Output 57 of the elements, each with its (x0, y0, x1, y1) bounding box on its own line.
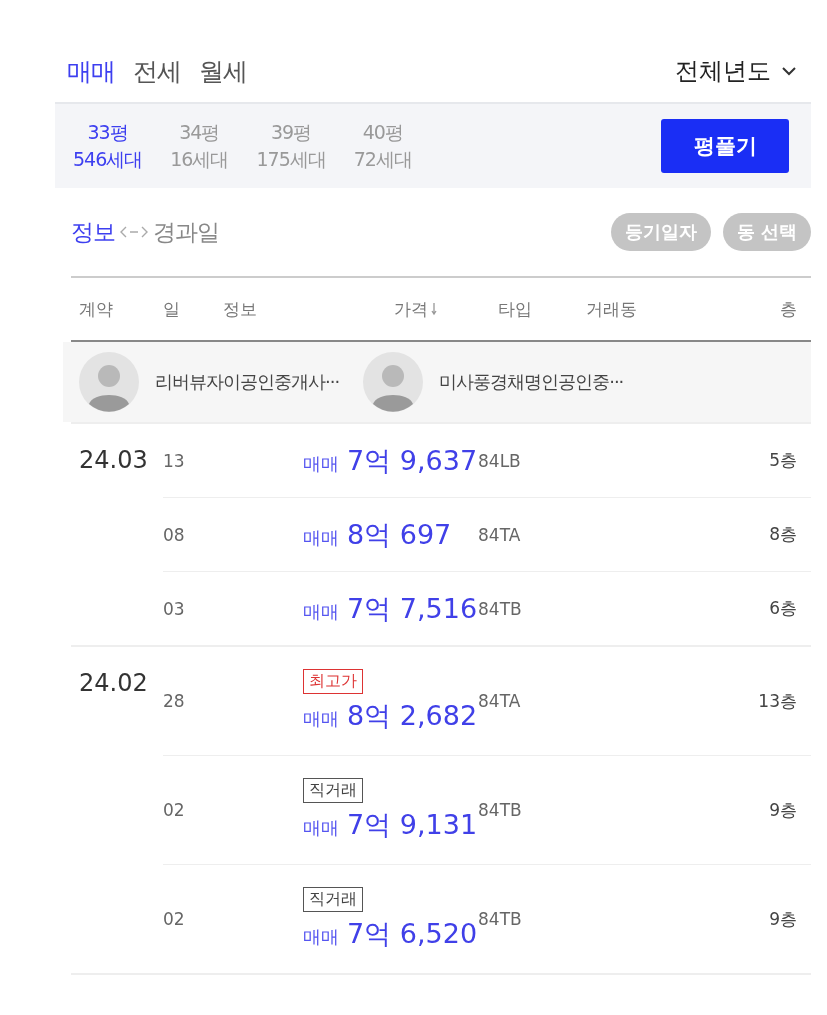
table-cell: 84TB (478, 598, 522, 619)
table-cell: 84TB (478, 800, 522, 820)
avatar (363, 352, 424, 412)
column-header: 정보 (223, 297, 257, 321)
table-cell: 02 (163, 909, 185, 929)
price-tag: 직거래 (303, 777, 363, 803)
table-cell: 84TA (478, 524, 521, 545)
price-tag: 최고가 (303, 668, 363, 694)
chevron-down-icon (781, 66, 797, 76)
column-header: 계약 (79, 297, 113, 321)
deal-tab[interactable]: 전세 (133, 54, 181, 88)
contract-month: 24.03 (79, 446, 148, 474)
deal-type: 매매 (303, 815, 339, 840)
column-header[interactable]: 가격 (394, 297, 428, 321)
price: 8억 697 (347, 517, 452, 552)
column-header: 거래동 (586, 297, 637, 321)
view-toggle-option[interactable]: 정보 (71, 216, 115, 248)
table-cell: 6층 (769, 597, 797, 620)
table-cell: 84TA (478, 691, 521, 711)
table-cell: 02 (163, 800, 185, 820)
table-cell: 9층 (769, 798, 797, 822)
price: 7억 6,520 (347, 916, 478, 951)
sort-arrow-icon (431, 302, 437, 316)
price: 7억 9,637 (347, 443, 478, 478)
price: 7억 7,516 (347, 591, 478, 626)
column-header: 일 (163, 297, 180, 321)
deal-type: 매매 (303, 924, 339, 949)
deal-tab[interactable]: 월세 (199, 54, 247, 88)
view-toggle-option[interactable]: 경과일 (153, 216, 219, 248)
expand-size-button[interactable]: 평풀기 (661, 119, 789, 173)
deal-type: 매매 (303, 525, 339, 550)
year-dropdown[interactable]: 전체년도 (675, 55, 797, 87)
table-cell: 03 (163, 598, 185, 619)
table-cell: 9층 (769, 907, 797, 931)
table-cell: 08 (163, 524, 185, 545)
deal-tab[interactable]: 매매 (67, 54, 115, 88)
deal-type: 매매 (303, 706, 339, 731)
deal-type: 매매 (303, 599, 339, 624)
table-cell: 13 (163, 450, 185, 471)
price-tag: 직거래 (303, 886, 363, 912)
agent-name[interactable]: 미사풍경채명인공인중··· (439, 370, 624, 394)
contract-month: 24.02 (79, 669, 148, 697)
deal-type: 매매 (303, 451, 339, 476)
table-cell: 28 (163, 691, 185, 711)
table-cell: 5층 (769, 449, 797, 472)
price: 8억 2,682 (347, 698, 478, 733)
column-header: 타입 (498, 297, 532, 321)
agent-name[interactable]: 리버뷰자이공인중개사··· (155, 370, 340, 394)
avatar (79, 352, 139, 412)
price: 7억 9,131 (347, 807, 478, 842)
swap-arrows-icon (119, 225, 149, 239)
table-cell: 13층 (758, 689, 797, 713)
table-cell: 84TB (478, 909, 522, 929)
table-cell: 84LB (478, 450, 521, 471)
column-header: 층 (780, 297, 797, 321)
size-tab[interactable]: 33평 546세대 (73, 119, 143, 173)
table-cell: 8층 (769, 523, 797, 546)
